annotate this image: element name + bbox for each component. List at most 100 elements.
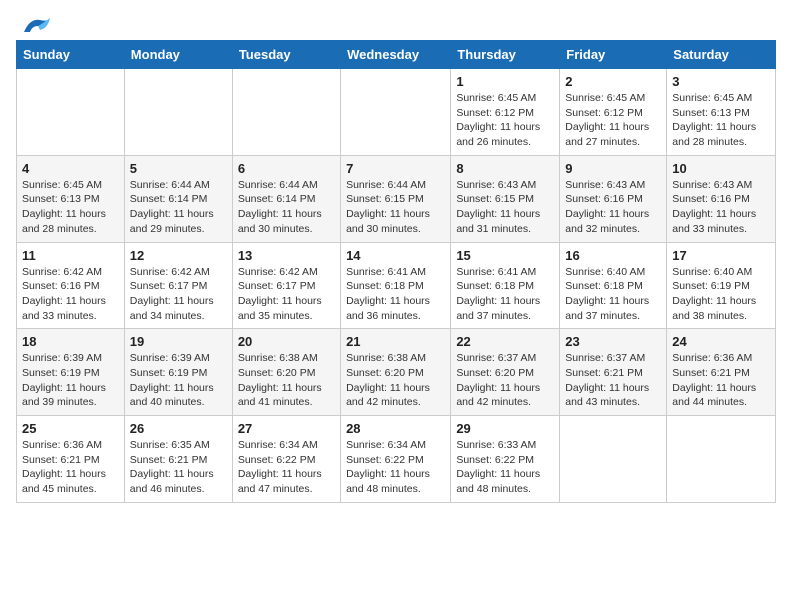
cell-day-number: 24	[672, 334, 770, 349]
header-day-monday: Monday	[124, 41, 232, 69]
cell-day-number: 5	[130, 161, 227, 176]
calendar-cell: 21 Sunrise: 6:38 AM Sunset: 6:20 PM Dayli…	[341, 329, 451, 416]
cell-day-number: 10	[672, 161, 770, 176]
cell-info-text: Sunrise: 6:38 AM Sunset: 6:20 PM Dayligh…	[346, 351, 445, 410]
logo	[16, 16, 52, 32]
cell-day-number: 17	[672, 248, 770, 263]
calendar-cell	[232, 69, 340, 156]
calendar-cell: 26Sunrise: 6:35 AM Sunset: 6:21 PM Dayli…	[124, 416, 232, 503]
cell-day-number: 8	[456, 161, 554, 176]
cell-info-text: Sunrise: 6:45 AM Sunset: 6:12 PM Dayligh…	[456, 91, 554, 150]
cell-info-text: Sunrise: 6:43 AM Sunset: 6:15 PM Dayligh…	[456, 178, 554, 237]
calendar-cell	[124, 69, 232, 156]
calendar-cell: 12 Sunrise: 6:42 AM Sunset: 6:17 PM Dayli…	[124, 242, 232, 329]
cell-info-text: Sunrise: 6:42 AM Sunset: 6:17 PM Dayligh…	[238, 265, 335, 324]
cell-day-number: 21	[346, 334, 445, 349]
cell-info-text: Sunrise: 6:39 AM Sunset: 6:19 PM Dayligh…	[22, 351, 119, 410]
calendar-cell: 10 Sunrise: 6:43 AM Sunset: 6:16 PM Dayli…	[667, 155, 776, 242]
cell-day-number: 11	[22, 248, 119, 263]
calendar-header-row: SundayMondayTuesdayWednesdayThursdayFrid…	[17, 41, 776, 69]
calendar-cell: 24 Sunrise: 6:36 AM Sunset: 6:21 PM Dayli…	[667, 329, 776, 416]
cell-day-number: 2	[565, 74, 661, 89]
calendar-cell: 20 Sunrise: 6:38 AM Sunset: 6:20 PM Dayli…	[232, 329, 340, 416]
cell-info-text: Sunrise: 6:44 AM Sunset: 6:14 PM Dayligh…	[238, 178, 335, 237]
cell-info-text: Sunrise: 6:45 AM Sunset: 6:13 PM Dayligh…	[22, 178, 119, 237]
calendar-cell: 27 Sunrise: 6:34 AM Sunset: 6:22 PM Dayli…	[232, 416, 340, 503]
calendar-week-row: 25 Sunrise: 6:36 AM Sunset: 6:21 PM Dayli…	[17, 416, 776, 503]
calendar-table: SundayMondayTuesdayWednesdayThursdayFrid…	[16, 40, 776, 503]
cell-info-text: Sunrise: 6:45 AM Sunset: 6:12 PM Dayligh…	[565, 91, 661, 150]
cell-info-text: Sunrise: 6:40 AM Sunset: 6:18 PM Dayligh…	[565, 265, 661, 324]
cell-day-number: 16	[565, 248, 661, 263]
calendar-cell: 18 Sunrise: 6:39 AM Sunset: 6:19 PM Dayli…	[17, 329, 125, 416]
cell-info-text: Sunrise: 6:42 AM Sunset: 6:16 PM Dayligh…	[22, 265, 119, 324]
calendar-cell: 25 Sunrise: 6:36 AM Sunset: 6:21 PM Dayli…	[17, 416, 125, 503]
cell-info-text: Sunrise: 6:43 AM Sunset: 6:16 PM Dayligh…	[672, 178, 770, 237]
cell-info-text: Sunrise: 6:38 AM Sunset: 6:20 PM Dayligh…	[238, 351, 335, 410]
cell-info-text: Sunrise: 6:35 AM Sunset: 6:21 PM Dayligh…	[130, 438, 227, 497]
calendar-cell: 17 Sunrise: 6:40 AM Sunset: 6:19 PM Dayli…	[667, 242, 776, 329]
calendar-cell	[341, 69, 451, 156]
cell-day-number: 25	[22, 421, 119, 436]
cell-day-number: 19	[130, 334, 227, 349]
calendar-cell	[667, 416, 776, 503]
cell-info-text: Sunrise: 6:33 AM Sunset: 6:22 PM Dayligh…	[456, 438, 554, 497]
header-day-friday: Friday	[560, 41, 667, 69]
cell-info-text: Sunrise: 6:44 AM Sunset: 6:15 PM Dayligh…	[346, 178, 445, 237]
calendar-cell: 13 Sunrise: 6:42 AM Sunset: 6:17 PM Dayli…	[232, 242, 340, 329]
logo-bird-icon	[20, 16, 52, 38]
calendar-cell: 19 Sunrise: 6:39 AM Sunset: 6:19 PM Dayli…	[124, 329, 232, 416]
calendar-cell: 5Sunrise: 6:44 AM Sunset: 6:14 PM Daylig…	[124, 155, 232, 242]
header-day-tuesday: Tuesday	[232, 41, 340, 69]
cell-day-number: 22	[456, 334, 554, 349]
calendar-cell: 1 Sunrise: 6:45 AM Sunset: 6:12 PM Daylig…	[451, 69, 560, 156]
calendar-cell: 2 Sunrise: 6:45 AM Sunset: 6:12 PM Daylig…	[560, 69, 667, 156]
calendar-week-row: 1 Sunrise: 6:45 AM Sunset: 6:12 PM Daylig…	[17, 69, 776, 156]
cell-day-number: 12	[130, 248, 227, 263]
cell-info-text: Sunrise: 6:43 AM Sunset: 6:16 PM Dayligh…	[565, 178, 661, 237]
calendar-cell: 23Sunrise: 6:37 AM Sunset: 6:21 PM Dayli…	[560, 329, 667, 416]
cell-day-number: 14	[346, 248, 445, 263]
calendar-cell: 28Sunrise: 6:34 AM Sunset: 6:22 PM Dayli…	[341, 416, 451, 503]
calendar-week-row: 18 Sunrise: 6:39 AM Sunset: 6:19 PM Dayli…	[17, 329, 776, 416]
cell-info-text: Sunrise: 6:39 AM Sunset: 6:19 PM Dayligh…	[130, 351, 227, 410]
header-day-thursday: Thursday	[451, 41, 560, 69]
cell-info-text: Sunrise: 6:37 AM Sunset: 6:20 PM Dayligh…	[456, 351, 554, 410]
cell-day-number: 9	[565, 161, 661, 176]
cell-day-number: 27	[238, 421, 335, 436]
cell-info-text: Sunrise: 6:34 AM Sunset: 6:22 PM Dayligh…	[238, 438, 335, 497]
cell-day-number: 4	[22, 161, 119, 176]
cell-info-text: Sunrise: 6:36 AM Sunset: 6:21 PM Dayligh…	[672, 351, 770, 410]
calendar-cell: 7Sunrise: 6:44 AM Sunset: 6:15 PM Daylig…	[341, 155, 451, 242]
cell-day-number: 6	[238, 161, 335, 176]
cell-day-number: 20	[238, 334, 335, 349]
calendar-cell: 6 Sunrise: 6:44 AM Sunset: 6:14 PM Daylig…	[232, 155, 340, 242]
header	[16, 16, 776, 32]
cell-day-number: 1	[456, 74, 554, 89]
cell-day-number: 18	[22, 334, 119, 349]
cell-day-number: 23	[565, 334, 661, 349]
calendar-cell: 8 Sunrise: 6:43 AM Sunset: 6:15 PM Daylig…	[451, 155, 560, 242]
cell-info-text: Sunrise: 6:41 AM Sunset: 6:18 PM Dayligh…	[456, 265, 554, 324]
header-day-saturday: Saturday	[667, 41, 776, 69]
calendar-week-row: 4 Sunrise: 6:45 AM Sunset: 6:13 PM Daylig…	[17, 155, 776, 242]
cell-info-text: Sunrise: 6:41 AM Sunset: 6:18 PM Dayligh…	[346, 265, 445, 324]
cell-info-text: Sunrise: 6:40 AM Sunset: 6:19 PM Dayligh…	[672, 265, 770, 324]
calendar-cell: 4 Sunrise: 6:45 AM Sunset: 6:13 PM Daylig…	[17, 155, 125, 242]
header-day-wednesday: Wednesday	[341, 41, 451, 69]
header-day-sunday: Sunday	[17, 41, 125, 69]
calendar-cell: 14 Sunrise: 6:41 AM Sunset: 6:18 PM Dayli…	[341, 242, 451, 329]
cell-day-number: 28	[346, 421, 445, 436]
calendar-cell: 15 Sunrise: 6:41 AM Sunset: 6:18 PM Dayli…	[451, 242, 560, 329]
calendar-cell	[560, 416, 667, 503]
calendar-cell: 9 Sunrise: 6:43 AM Sunset: 6:16 PM Daylig…	[560, 155, 667, 242]
cell-info-text: Sunrise: 6:36 AM Sunset: 6:21 PM Dayligh…	[22, 438, 119, 497]
calendar-cell: 3Sunrise: 6:45 AM Sunset: 6:13 PM Daylig…	[667, 69, 776, 156]
calendar-cell: 29Sunrise: 6:33 AM Sunset: 6:22 PM Dayli…	[451, 416, 560, 503]
cell-info-text: Sunrise: 6:42 AM Sunset: 6:17 PM Dayligh…	[130, 265, 227, 324]
cell-day-number: 15	[456, 248, 554, 263]
calendar-cell: 11 Sunrise: 6:42 AM Sunset: 6:16 PM Dayli…	[17, 242, 125, 329]
cell-info-text: Sunrise: 6:45 AM Sunset: 6:13 PM Dayligh…	[672, 91, 770, 150]
calendar-cell: 22 Sunrise: 6:37 AM Sunset: 6:20 PM Dayli…	[451, 329, 560, 416]
cell-day-number: 13	[238, 248, 335, 263]
